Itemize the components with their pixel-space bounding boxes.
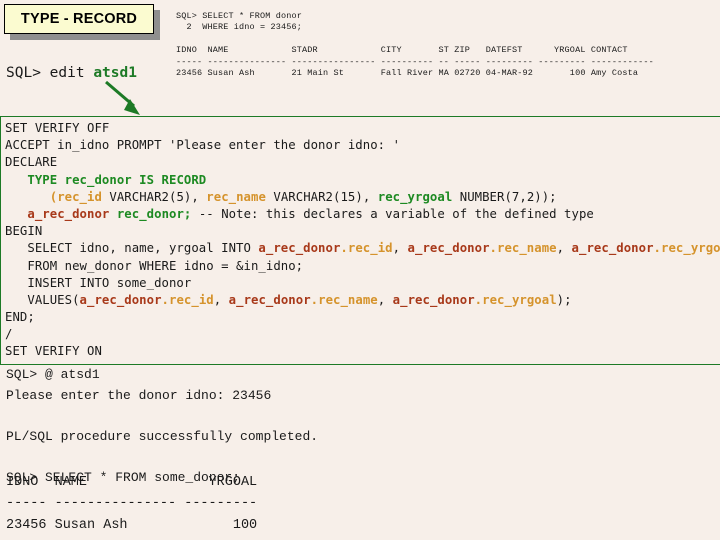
code-token-red: a_rec_donor [228,292,311,307]
code-token-plain: DECLARE [5,155,58,170]
code-token-plain: ); [556,292,572,307]
code-line: SELECT idno, name, yrgoal INTO a_rec_don… [1,240,720,257]
code-token-red: a_rec_donor [27,206,110,221]
code-token-plain: SET VERIFY OFF [5,121,110,135]
code-line: VALUES(a_rec_donor.rec_id, a_rec_donor.r… [1,292,720,309]
code-token-orange: .rec_name [489,241,557,256]
code-line: FROM new_donor WHERE idno = &in_idno; [1,258,720,275]
code-token-red: a_rec_donor [407,241,490,256]
code-token-plain: SET VERIFY ON [5,344,102,359]
code-line: (rec_id VARCHAR2(5), rec_name VARCHAR2(1… [1,189,720,206]
code-token-plain: SELECT idno, name, yrgoal INTO [5,241,259,256]
code-token-red: a_rec_donor [571,241,654,256]
code-token-orange: rec_name [206,189,266,204]
code-token-plain: VALUES( [5,292,80,307]
code-line: / [1,326,720,343]
code-line: ACCEPT in_idno PROMPT 'Please enter the … [1,137,720,154]
code-token-plain: -- Note: this declares a variable of the… [191,206,594,221]
code-token-plain: END; [5,310,35,325]
code-token-plain: NUMBER(7,2)); [452,189,557,204]
code-line: TYPE rec_donor IS RECORD [1,172,720,189]
top-sql-output: SQL> SELECT * FROM donor 2 WHERE idno = … [176,10,654,79]
code-token-orange: .rec_yrgoal [474,292,557,307]
code-token-plain: / [5,327,13,342]
code-line: SET VERIFY OFF [1,120,720,137]
bottom-sql-output: SQL> @ atsd1 Please enter the donor idno… [6,367,319,485]
code-token-plain: , [392,241,408,256]
code-token-plain: , [213,292,229,307]
code-token-plain: VARCHAR2(15), [265,189,378,204]
code-token-red: a_rec_donor [79,292,162,307]
code-line: DECLARE [1,154,720,171]
code-token-plain: INSERT INTO some_donor [5,275,192,290]
code-token-green: rec_yrgoal [377,189,453,204]
code-token-green: rec_donor; [116,206,192,221]
code-line: END; [1,309,720,326]
code-token-plain: , [556,241,572,256]
slide-title-box: TYPE - RECORD [4,4,160,40]
code-token-plain: ACCEPT in_idno PROMPT 'Please enter the … [5,138,401,153]
result-table: IDNO NAME YRGOAL ----- --------------- -… [6,474,258,533]
code-token-orange: .rec_yrgoal [653,241,720,256]
title-box: TYPE - RECORD [4,4,154,34]
code-token-plain: VARCHAR2(5), [101,189,207,204]
edit-prompt-prefix: SQL> edit [6,65,94,81]
code-line: a_rec_donor rec_donor; -- Note: this dec… [1,206,720,223]
code-token-plain: , [377,292,393,307]
code-token-red: a_rec_donor [392,292,475,307]
code-line: BEGIN [1,223,720,240]
code-token-green: TYPE rec_donor IS RECORD [27,172,207,187]
code-token-orange: .rec_id [340,241,393,256]
code-token-red: a_rec_donor [258,241,341,256]
plsql-script-block: SET VERIFY OFF ACCEPT in_idno PROMPT 'Ple… [0,116,720,365]
page-title: TYPE - RECORD [20,11,138,27]
code-token-plain: FROM new_donor WHERE idno = &in_idno; [5,258,304,273]
code-token-orange: (rec_id [49,189,102,204]
pointer-arrow-icon [105,80,140,115]
code-token-plain: BEGIN [5,224,43,239]
code-token-orange: .rec_id [161,292,214,307]
code-line: INSERT INTO some_donor [1,275,720,292]
code-token-orange: .rec_name [310,292,378,307]
code-line: SET VERIFY ON [1,343,720,360]
